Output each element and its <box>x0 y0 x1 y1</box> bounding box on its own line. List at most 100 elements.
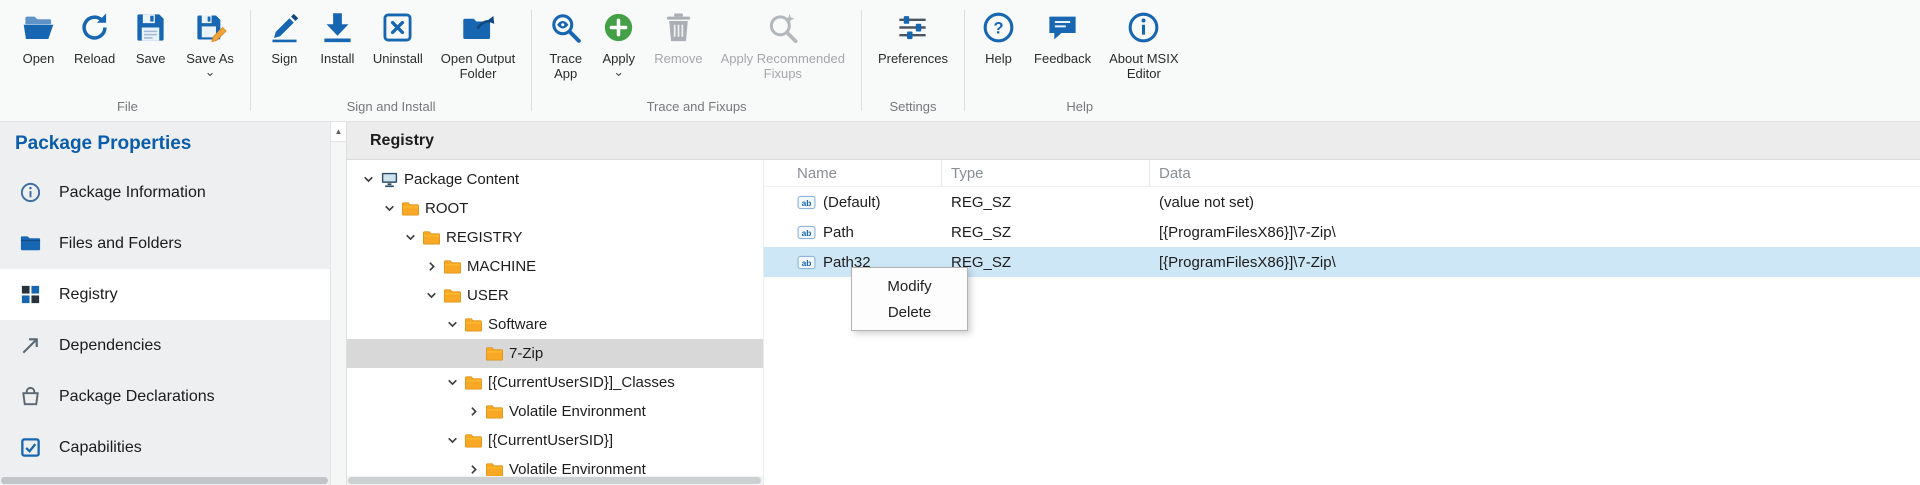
tree-item-registry[interactable]: REGISTRY <box>347 223 763 252</box>
tree-item-label: ROOT <box>425 200 468 217</box>
tree-item-7-zip[interactable]: 7-Zip <box>347 339 763 368</box>
value-name: Path <box>823 224 854 241</box>
main-panel: Registry Package ContentROOTREGISTRYMACH… <box>347 122 1920 485</box>
ribbon-buttons: Sign Install Uninstall Open Output Folder <box>254 0 528 97</box>
context-menu: Modify Delete <box>851 267 968 331</box>
install-icon <box>320 10 355 45</box>
folder-icon <box>443 257 462 276</box>
apply-button[interactable]: Apply⌄ <box>592 7 645 78</box>
sidebar-item-dependencies[interactable]: Dependencies <box>0 320 330 371</box>
save-as-button[interactable]: Save As⌄ <box>177 7 243 78</box>
sidebar-item-files-and-folders[interactable]: Files and Folders <box>0 218 330 269</box>
dependencies-icon <box>19 334 42 357</box>
sidebar-horizontal-scrollbar[interactable] <box>0 476 330 485</box>
ribbon-group-help: ?Help Feedback About MSIX Editor Help <box>968 0 1191 121</box>
tree-item-user[interactable]: USER <box>347 281 763 310</box>
tree-item-currentusersid[interactable]: [{CurrentUserSID}] <box>347 426 763 455</box>
tree-item-machine[interactable]: MACHINE <box>347 252 763 281</box>
scrollbar-thumb[interactable] <box>1 477 328 484</box>
help-button[interactable]: ?Help <box>972 7 1025 69</box>
chevron-right-icon[interactable] <box>466 463 480 477</box>
tree-item-label: Volatile Environment <box>509 403 646 420</box>
column-header-name[interactable]: Name <box>764 160 942 186</box>
tree-item-label: Package Content <box>404 171 519 188</box>
ribbon-button-label: Sign <box>271 51 297 66</box>
uninstall-button[interactable]: Uninstall <box>364 7 432 69</box>
reload-icon <box>77 10 112 45</box>
scroll-up-button[interactable]: ▲ <box>331 122 346 142</box>
value-name-cell: ab (Default) <box>764 194 942 211</box>
ribbon-group-file: Open ReloadSaveSave As⌄ File <box>8 0 247 121</box>
ribbon-button-label: Apply Recommended Fixups <box>721 51 845 82</box>
sidebar-item-package-information[interactable]: Package Information <box>0 167 330 218</box>
ribbon-button-label: Open Output Folder <box>441 51 515 82</box>
registry-value-row-path[interactable]: abPathREG_SZ[{ProgramFilesX86}]\7-Zip\ <box>764 217 1920 247</box>
dropdown-caret-icon[interactable]: ⌄ <box>613 68 624 75</box>
column-header-type[interactable]: Type <box>942 160 1150 186</box>
registry-value-row-default[interactable]: ab(Default)REG_SZ(value not set) <box>764 187 1920 217</box>
ribbon-button-label: Feedback <box>1034 51 1091 66</box>
feedback-button[interactable]: Feedback <box>1025 7 1100 69</box>
open-output-folder-button[interactable]: Open Output Folder <box>432 7 524 85</box>
save-button[interactable]: Save <box>124 7 177 69</box>
ribbon-button-label: About MSIX Editor <box>1109 51 1178 82</box>
svg-text:ab: ab <box>802 197 812 207</box>
ribbon-button-label: Install <box>320 51 354 66</box>
apply-icon <box>601 10 636 45</box>
menu-item-modify[interactable]: Modify <box>852 273 967 299</box>
ribbon-group-separator <box>861 10 862 111</box>
registry-icon <box>19 283 42 306</box>
chevron-right-icon[interactable] <box>466 405 480 419</box>
registry-value-rows: ab(Default)REG_SZ(value not set)abPathRE… <box>764 187 1920 277</box>
column-header-data[interactable]: Data <box>1150 160 1920 186</box>
chevron-down-icon[interactable] <box>382 202 396 216</box>
chevron-down-icon[interactable] <box>403 231 417 245</box>
tree-item-software[interactable]: Software <box>347 310 763 339</box>
chevron-down-icon[interactable] <box>424 289 438 303</box>
trace-app-button[interactable]: Trace App <box>539 7 592 85</box>
chevron-down-icon[interactable] <box>361 173 375 187</box>
sidebar-item-package-declarations[interactable]: Package Declarations <box>0 371 330 422</box>
open-icon <box>21 10 56 45</box>
svg-text:ab: ab <box>802 227 812 237</box>
chevron-down-icon[interactable] <box>445 434 459 448</box>
ribbon-group-label: File <box>8 97 247 121</box>
ribbon-group-label: Sign and Install <box>254 97 528 121</box>
ribbon-group-label: Trace and Fixups <box>535 97 858 121</box>
computer-icon <box>380 170 399 189</box>
ribbon-group-label: Help <box>968 97 1191 121</box>
sign-button[interactable]: Sign <box>258 7 311 69</box>
preferences-button[interactable]: Preferences <box>869 7 957 69</box>
chevron-down-icon[interactable] <box>445 318 459 332</box>
dropdown-caret-icon[interactable]: ⌄ <box>205 68 216 75</box>
sidebar-item-list: Package InformationFiles and FoldersRegi… <box>0 167 330 473</box>
open-button[interactable]: Open <box>12 7 65 69</box>
folder-icon <box>401 199 420 218</box>
folder-icon <box>443 286 462 305</box>
tree-item-label: Software <box>488 316 547 333</box>
menu-item-delete[interactable]: Delete <box>852 299 967 325</box>
value-name: (Default) <box>823 194 881 211</box>
tree-item-root[interactable]: ROOT <box>347 194 763 223</box>
ribbon-button-label: Remove <box>654 51 702 66</box>
ribbon-group-separator <box>964 10 965 111</box>
about-msix-editor-button[interactable]: About MSIX Editor <box>1100 7 1187 85</box>
scrollbar-thumb[interactable] <box>348 477 761 484</box>
sidebar-item-capabilities[interactable]: Capabilities <box>0 422 330 473</box>
folder-icon <box>464 373 483 392</box>
sidebar-vertical-scrollbar[interactable]: ▲ <box>330 122 347 485</box>
chevron-down-icon[interactable] <box>445 376 459 390</box>
reload-button[interactable]: Reload <box>65 7 124 69</box>
tree-item-volatile-environment[interactable]: Volatile Environment <box>347 397 763 426</box>
chevron-right-icon[interactable] <box>424 260 438 274</box>
tree-item-label: MACHINE <box>467 258 536 275</box>
sidebar-item-registry[interactable]: Registry <box>0 269 330 320</box>
ribbon-button-label: Open <box>23 51 55 66</box>
tree-item-currentusersid-classes[interactable]: [{CurrentUserSID}]_Classes <box>347 368 763 397</box>
tree-item-package-content[interactable]: Package Content <box>347 165 763 194</box>
folder-icon <box>464 315 483 334</box>
tree-item-label: REGISTRY <box>446 229 522 246</box>
save-icon <box>133 10 168 45</box>
install-button[interactable]: Install <box>311 7 364 69</box>
tree-horizontal-scrollbar[interactable] <box>347 476 763 485</box>
